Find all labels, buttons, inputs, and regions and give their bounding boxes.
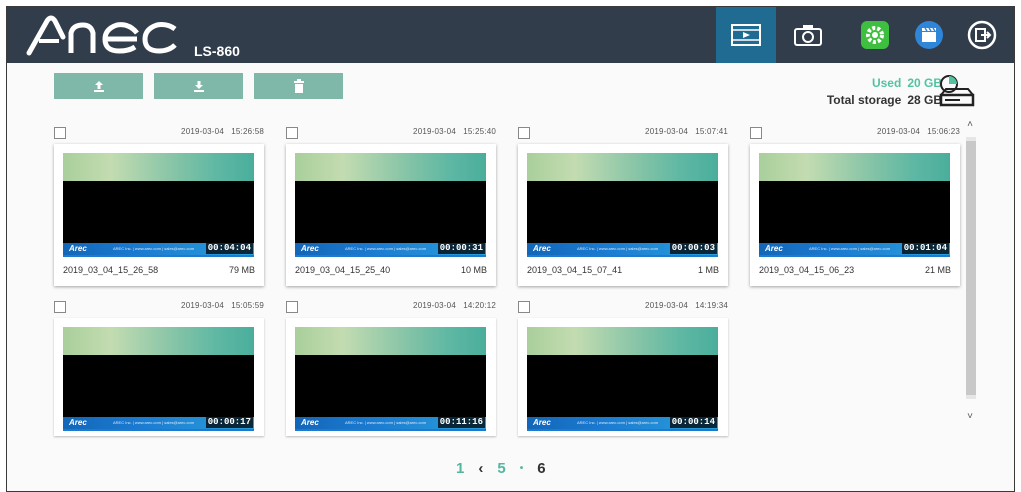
select-checkbox[interactable] [518,127,530,139]
download-button[interactable] [154,73,243,99]
recording-thumbnail[interactable]: Arec AREC Inc. | www.arec.com | sales@are… [518,144,728,286]
scroll-up-button[interactable]: ˄ [964,119,976,131]
duration-badge: 00:01:04 [901,242,949,254]
file-name: 2019_03_04_15_26_58 [63,265,159,275]
current-page: 6 [537,460,546,477]
duration-badge: 00:00:31 [437,242,485,254]
nav-recordings-button[interactable] [716,7,776,63]
arec-logo [26,15,177,56]
duration-badge: 00:04:04 [205,242,253,254]
exit-icon [967,20,997,50]
scrollbar-track[interactable] [966,137,976,399]
page-first-link[interactable]: 1 [456,460,464,477]
total-storage-value: 28 GB [907,93,942,107]
scrollbar-thumb[interactable] [966,141,976,395]
duration-badge: 00:11:16 [437,416,485,428]
delete-button[interactable] [254,73,343,99]
app-window: LS-860 Used 20 GB Total storage 28 GB 20… [6,6,1015,492]
duration-badge: 00:00:17 [205,416,253,428]
overlay-ticker: AREC Inc. | www.arec.com | sales@arec.co… [113,246,195,251]
recording-card: 2019-03-04 14:19:34 Arec AREC Inc. | www.… [518,301,728,437]
pagination: 1 ‹ 5 • 6 [456,460,546,477]
top-bar: LS-860 [7,7,1014,63]
recording-timestamp: 2019-03-04 15:05:59 [181,301,264,310]
recording-card: 2019-03-04 15:05:59 Arec AREC Inc. | www.… [54,301,264,437]
model-name: LS-860 [194,43,240,59]
upload-icon [93,81,104,92]
download-icon [193,81,204,92]
recording-thumbnail[interactable]: Arec AREC Inc. | www.arec.com | sales@are… [286,318,496,436]
recording-timestamp: 2019-03-04 15:06:23 [877,127,960,136]
file-size: 10 MB [460,265,487,275]
select-checkbox[interactable] [54,127,66,139]
camera-icon [794,25,822,46]
overlay-ticker: AREC Inc. | www.arec.com | sales@arec.co… [577,246,659,251]
scroll-down-button[interactable]: ˅ [964,411,976,423]
nav-settings-button[interactable] [845,7,905,63]
recording-card: 2019-03-04 15:07:41 Arec AREC Inc. | www.… [518,127,728,287]
overlay-ticker: AREC Inc. | www.arec.com | sales@arec.co… [113,420,195,425]
duration-badge: 00:00:14 [669,416,717,428]
select-checkbox[interactable] [54,301,66,313]
used-value: 20 GB [907,76,942,90]
prev-page-arrow[interactable]: ‹ [478,460,483,477]
clapperboard-icon [915,21,943,49]
overlay-ticker: AREC Inc. | www.arec.com | sales@arec.co… [577,420,659,425]
page-link[interactable]: 5 [497,460,505,477]
overlay-logo: Arec [69,244,87,253]
recording-thumbnail[interactable]: Arec AREC Inc. | www.arec.com | sales@are… [518,318,728,436]
overlay-logo: Arec [69,418,87,427]
file-name: 2019_03_04_15_06_23 [759,265,855,275]
recording-thumbnail[interactable]: Arec AREC Inc. | www.arec.com | sales@are… [54,318,264,436]
overlay-logo: Arec [533,244,551,253]
overlay-ticker: AREC Inc. | www.arec.com | sales@arec.co… [809,246,891,251]
overlay-ticker: AREC Inc. | www.arec.com | sales@arec.co… [345,246,427,251]
recording-timestamp: 2019-03-04 14:20:12 [413,301,496,310]
recording-card: 2019-03-04 14:20:12 Arec AREC Inc. | www.… [286,301,496,437]
recording-timestamp: 2019-03-04 15:07:41 [645,127,728,136]
recording-card: 2019-03-04 15:25:40 Arec AREC Inc. | www.… [286,127,496,287]
hard-drive-icon [939,75,975,107]
recording-timestamp: 2019-03-04 14:19:34 [645,301,728,310]
overlay-logo: Arec [301,244,319,253]
file-name: 2019_03_04_15_07_41 [527,265,623,275]
overlay-ticker: AREC Inc. | www.arec.com | sales@arec.co… [345,420,427,425]
total-storage-label: Total storage [826,93,902,107]
film-play-icon [731,24,761,46]
recording-thumbnail[interactable]: Arec AREC Inc. | www.arec.com | sales@are… [286,144,496,286]
page-separator: • [519,463,524,474]
nav-media-button[interactable] [899,7,959,63]
overlay-logo: Arec [301,418,319,427]
overlay-logo: Arec [765,244,783,253]
recording-timestamp: 2019-03-04 15:25:40 [413,127,496,136]
gear-icon [861,21,889,49]
trash-icon [293,79,304,93]
recording-thumbnail[interactable]: Arec AREC Inc. | www.arec.com | sales@are… [750,144,960,286]
used-label: Used [871,76,902,90]
duration-badge: 00:00:03 [669,242,717,254]
select-checkbox[interactable] [286,127,298,139]
nav-logout-button[interactable] [952,7,1012,63]
nav-snapshots-button[interactable] [778,7,838,63]
select-checkbox[interactable] [750,127,762,139]
select-checkbox[interactable] [286,301,298,313]
recording-timestamp: 2019-03-04 15:26:58 [181,127,264,136]
storage-summary: Used 20 GB Total storage 28 GB [827,75,942,109]
overlay-logo: Arec [533,418,551,427]
recording-thumbnail[interactable]: Arec AREC Inc. | www.arec.com | sales@are… [54,144,264,286]
file-size: 79 MB [228,265,255,275]
recording-card: 2019-03-04 15:26:58 Arec AREC Inc. | www.… [54,127,264,287]
file-name: 2019_03_04_15_25_40 [295,265,391,275]
upload-button[interactable] [54,73,143,99]
recording-card: 2019-03-04 15:06:23 Arec AREC Inc. | www.… [750,127,960,287]
select-checkbox[interactable] [518,301,530,313]
file-size: 1 MB [697,265,719,275]
file-size: 21 MB [924,265,951,275]
